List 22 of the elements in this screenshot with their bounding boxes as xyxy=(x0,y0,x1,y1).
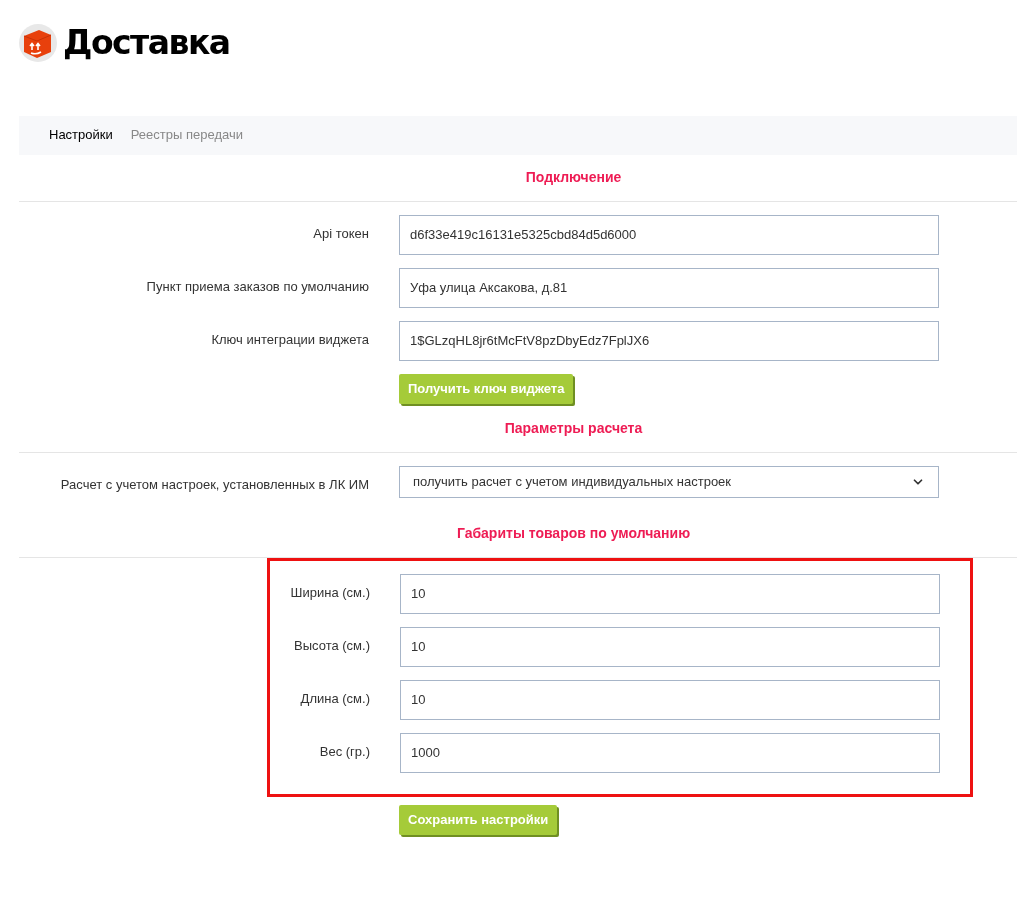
box-logo-icon xyxy=(19,23,57,62)
input-field[interactable]: 1$GLzqHL8jr6tMcFtV8pzDbyEdz7FplJX6 xyxy=(399,320,939,361)
field-label: Вес (гр.) xyxy=(318,742,370,761)
input-field[interactable]: 1000 xyxy=(400,732,940,773)
input-field[interactable]: 10 xyxy=(400,573,940,614)
input-field[interactable]: Уфа улица Аксакова, д.81 xyxy=(399,267,939,308)
tab[interactable]: Настройки xyxy=(49,125,113,145)
section-heading: Параметры расчета xyxy=(504,419,643,438)
field-label: Пункт приема заказов по умолчанию xyxy=(145,277,369,296)
field-label: Ширина (см.) xyxy=(289,583,370,602)
input-field[interactable]: 10 xyxy=(400,679,940,720)
page-title: Доставка xyxy=(63,22,230,64)
section-heading: Габариты товаров по умолчанию xyxy=(456,524,691,543)
input-field[interactable]: d6f33e419c16131e5325cbd84d5d6000 xyxy=(399,214,939,255)
field-label: Api токен xyxy=(312,224,369,243)
dropdown-field[interactable]: получить расчет с учетом индивидуальных настроек xyxy=(399,465,939,498)
section-heading: Подключение xyxy=(525,168,622,187)
input-field[interactable]: 10 xyxy=(400,626,940,667)
field-label: Высота (см.) xyxy=(293,636,370,655)
field-label: Длина (см.) xyxy=(299,689,370,708)
field-label: Расчет с учетом настроек, установленных в ЛК ИМ xyxy=(59,475,369,494)
field-label: Ключ интеграции виджета xyxy=(210,330,369,349)
